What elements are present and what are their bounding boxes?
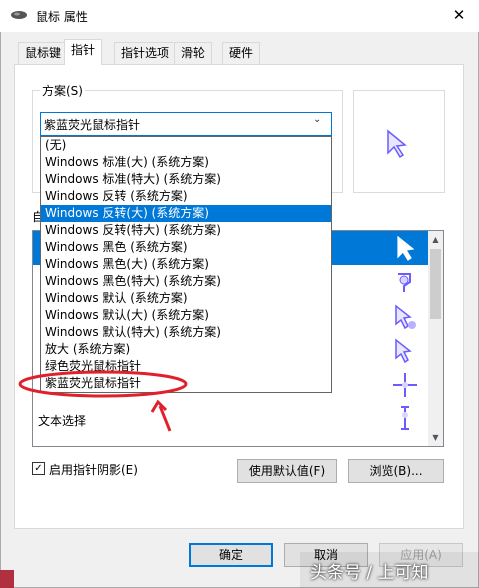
corner-decoration — [0, 570, 14, 588]
tab-pointer-options[interactable]: 指针选项 — [114, 42, 177, 64]
scheme-option[interactable]: Windows 反转 (系统方案) — [41, 188, 331, 205]
use-default-button[interactable]: 使用默认值(F) — [237, 459, 337, 483]
close-button[interactable]: ✕ — [440, 0, 478, 30]
scheme-option[interactable]: Windows 黑色(特大) (系统方案) — [41, 273, 331, 290]
mouse-icon — [11, 11, 27, 19]
scheme-option[interactable]: Windows 黑色(大) (系统方案) — [41, 256, 331, 273]
pointer-shadow-label: 启用指针阴影(E) — [49, 463, 138, 477]
scheme-option[interactable]: Windows 黑色 (系统方案) — [41, 239, 331, 256]
pointer-shadow-checkbox[interactable]: ✓ — [32, 462, 45, 475]
scheme-option[interactable]: Windows 默认(特大) (系统方案) — [41, 324, 331, 341]
normal-select-cursor-icon — [397, 235, 415, 261]
scheme-option[interactable]: 紫蓝荧光鼠标指针 — [41, 375, 331, 392]
cursor-preview-icon — [387, 129, 407, 159]
scheme-option[interactable]: Windows 默认(大) (系统方案) — [41, 307, 331, 324]
scroll-thumb[interactable] — [430, 249, 441, 319]
working-background-cursor-icon — [395, 304, 416, 330]
tab-hardware[interactable]: 硬件 — [222, 42, 261, 64]
chevron-down-icon: ⌄ — [313, 114, 322, 125]
cursor-preview — [353, 90, 445, 193]
scheme-label: 方案(S) — [40, 82, 85, 99]
tab-pointers[interactable]: 指针 — [64, 39, 103, 65]
scheme-dropdown-list[interactable]: (无) Windows 标准(大) (系统方案) Windows 标准(特大) … — [40, 136, 332, 393]
precision-select-cursor-icon — [393, 373, 417, 397]
window-title: 鼠标 属性 — [36, 10, 88, 24]
tab-wheel[interactable]: 滑轮 — [174, 42, 213, 64]
help-select-cursor-icon — [398, 273, 411, 292]
scroll-up-icon[interactable]: ▲ — [428, 231, 443, 248]
scheme-option-highlighted[interactable]: Windows 反转(大) (系统方案) — [41, 205, 331, 222]
title-bar: 鼠标 属性 ✕ — [0, 0, 479, 32]
busy-cursor-icon — [395, 338, 412, 364]
scheme-option[interactable]: 绿色荧光鼠标指针 — [41, 358, 331, 375]
scheme-option[interactable]: Windows 标准(特大) (系统方案) — [41, 171, 331, 188]
browse-button[interactable]: 浏览(B)... — [348, 459, 444, 483]
pointer-row-text-select[interactable]: 文本选择 — [38, 412, 86, 429]
scheme-option[interactable]: Windows 标准(大) (系统方案) — [41, 154, 331, 171]
scheme-option[interactable]: Windows 默认 (系统方案) — [41, 290, 331, 307]
scroll-down-icon[interactable]: ▼ — [428, 429, 443, 446]
ok-button[interactable]: 确定 — [189, 543, 273, 567]
text-select-cursor-icon — [401, 406, 409, 430]
tab-buttons[interactable]: 鼠标键 — [18, 42, 69, 64]
watermark-text: 头条号 / 上可知 — [310, 563, 429, 583]
scheme-select-value: 紫蓝荧光鼠标指针 — [44, 118, 141, 132]
close-icon: ✕ — [452, 6, 466, 24]
scheme-option[interactable]: Windows 反转(特大) (系统方案) — [41, 222, 331, 239]
scheme-option[interactable]: 放大 (系统方案) — [41, 341, 331, 358]
scheme-option[interactable]: (无) — [41, 137, 331, 154]
